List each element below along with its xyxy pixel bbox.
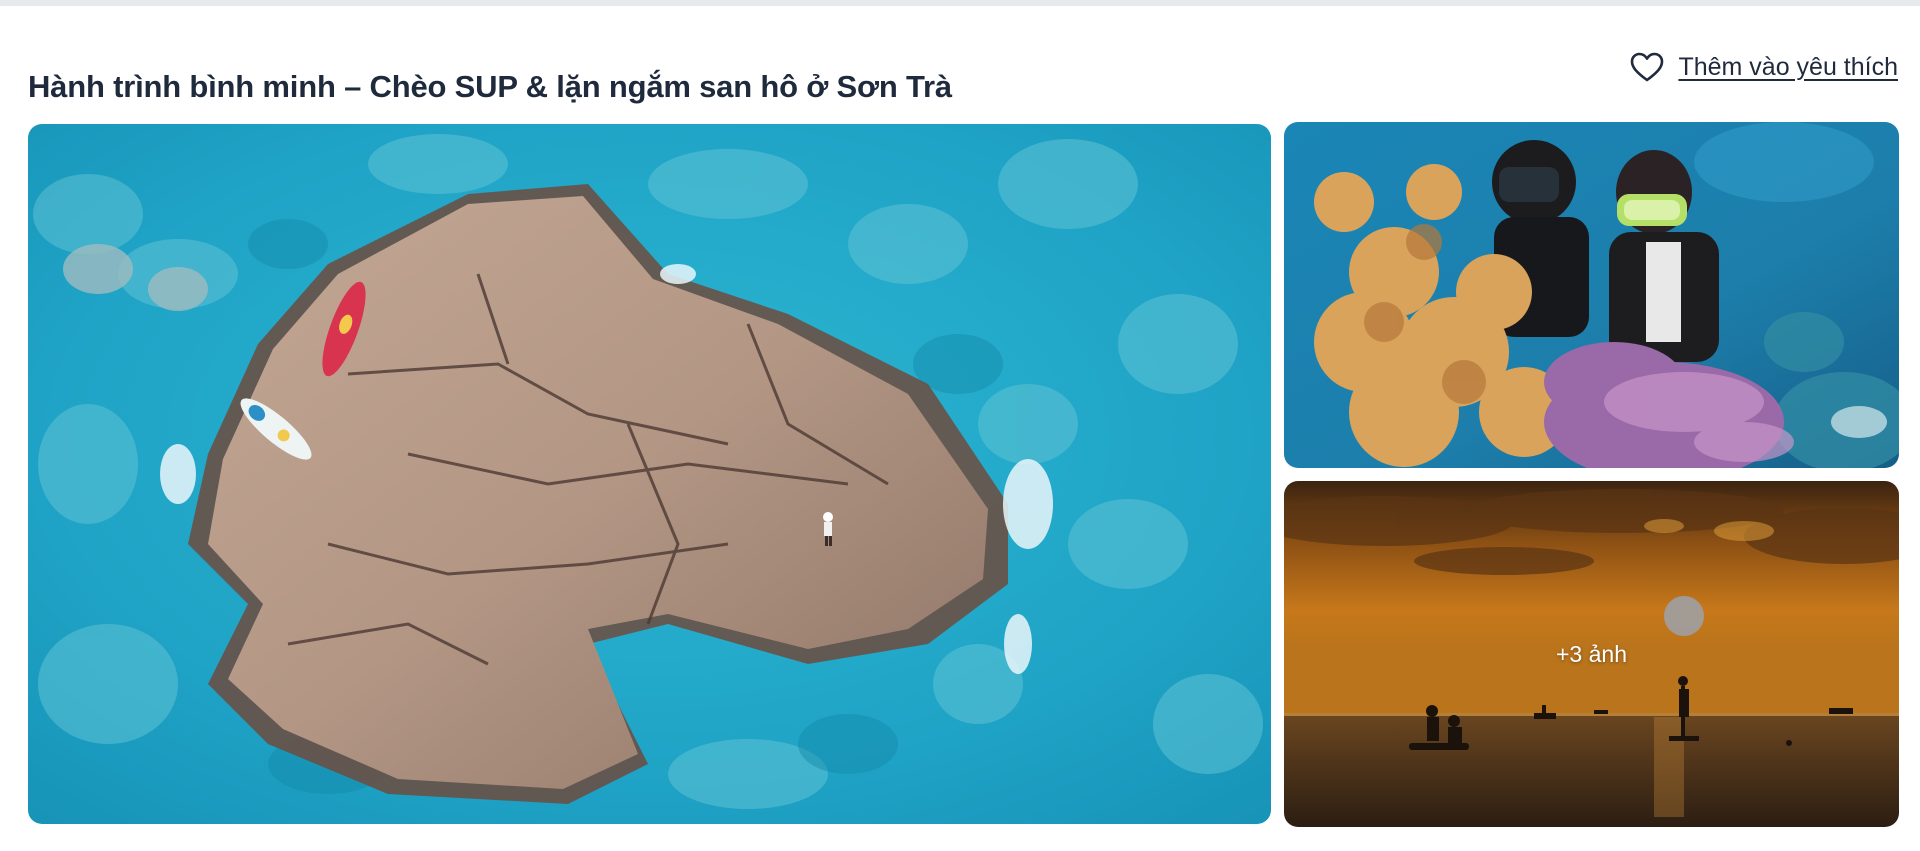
heart-outline-icon bbox=[1631, 52, 1664, 82]
more-photos-overlay[interactable]: +3 ảnh bbox=[1284, 481, 1899, 827]
side-photo-top-image bbox=[1284, 122, 1899, 468]
add-to-favorites-label: Thêm vào yêu thích bbox=[1678, 52, 1898, 81]
main-photo-image bbox=[28, 124, 1271, 824]
side-photo-divers-coral[interactable] bbox=[1284, 122, 1899, 468]
page-title: Hành trình bình minh – Chèo SUP & lặn ng… bbox=[28, 68, 952, 104]
side-photo-sunset-more[interactable]: +3 ảnh bbox=[1284, 481, 1899, 827]
main-photo-aerial-rock[interactable] bbox=[28, 124, 1271, 824]
add-to-favorites-button[interactable]: Thêm vào yêu thích bbox=[1630, 52, 1898, 82]
top-divider bbox=[0, 0, 1920, 6]
